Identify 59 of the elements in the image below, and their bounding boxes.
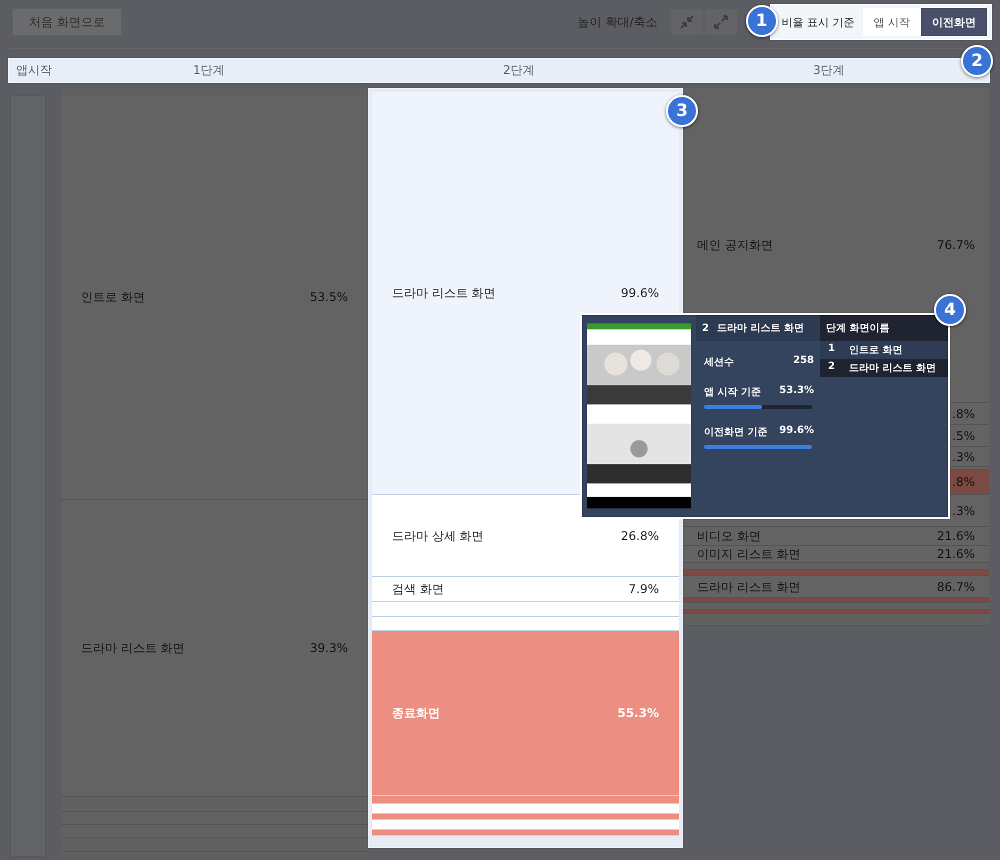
column-header: 1단계: [193, 62, 226, 79]
screen-ratio: 7.9%: [628, 582, 659, 596]
path-name: 인트로 화면: [848, 344, 902, 357]
column-header: 2단계: [503, 62, 536, 79]
shrink-button[interactable]: [670, 8, 704, 36]
screen-ratio: .3%: [952, 504, 975, 518]
step-cell[interactable]: [683, 598, 989, 603]
ratio-tab[interactable]: 이전화면: [921, 8, 987, 36]
screen-name: 종료화면: [392, 706, 440, 720]
screen-name: 비디오 화면: [697, 529, 761, 543]
metric-label: 앱 시작 기준: [704, 386, 761, 399]
screen-ratio: 76.7%: [936, 238, 975, 252]
expand-icon: [712, 14, 728, 30]
home-button[interactable]: 처음 화면으로: [12, 8, 122, 36]
screen-name: 드라마 리스트 화면: [81, 641, 185, 655]
step-cell[interactable]: [683, 570, 989, 576]
screen-ratio: 21.6%: [936, 547, 975, 561]
step-cell[interactable]: 종료화면 55.3%: [372, 631, 679, 796]
metric-value: 53.3%: [779, 385, 814, 398]
path-step: 1: [828, 343, 835, 357]
screen-ratio: 55.3%: [617, 706, 659, 720]
metric-value: 99.6%: [779, 425, 814, 438]
screen-name: 드라마 리스트 화면: [697, 580, 801, 594]
ratio-label: 비율 표시 기준: [782, 14, 854, 30]
screen-name: 인트로 화면: [81, 290, 145, 304]
screen-ratio: 99.6%: [620, 286, 659, 300]
path-name: 드라마 리스트 화면: [848, 362, 936, 375]
ratio-tab[interactable]: 앱 시작: [862, 8, 921, 36]
screen-ratio: .3%: [952, 450, 975, 464]
step-cell[interactable]: 이미지 리스트 화면 21.6%: [683, 546, 989, 563]
screen-ratio: 53.5%: [310, 290, 348, 304]
metric-label: 이전화면 기준: [704, 426, 768, 439]
step-cell[interactable]: 드라마 상세 화면 26.8%: [372, 495, 679, 577]
sessions-label: 세션수: [704, 356, 734, 369]
screen-name: 드라마 상세 화면: [392, 528, 484, 542]
step-marker: 2: [961, 45, 993, 77]
screen-ratio: .8%: [952, 406, 975, 420]
step-cell[interactable]: 검색 화면 7.9%: [372, 577, 679, 602]
step-number: 2: [702, 322, 709, 334]
screen-name: 검색 화면: [392, 582, 444, 596]
screen-ratio: 86.7%: [936, 580, 975, 594]
tooltip-title: 드라마 리스트 화면: [716, 322, 804, 335]
screen-ratio: .5%: [952, 428, 975, 442]
screen-ratio: 21.6%: [936, 529, 975, 543]
path-header: 단계 화면이름: [820, 315, 948, 341]
column-header: 3단계: [813, 62, 845, 79]
screen-ratio: 39.3%: [310, 641, 348, 655]
screen-ratio: 26.8%: [620, 528, 659, 542]
screen-name: 이미지 리스트 화면: [697, 547, 801, 561]
path-step: 2: [828, 361, 835, 375]
screen-ratio: .8%: [952, 475, 975, 489]
sessions-count: 258: [793, 355, 814, 368]
screen-name: 메인 공지화면: [697, 238, 773, 252]
step-marker: 1: [746, 5, 778, 37]
column-header: 앱시작: [15, 62, 53, 79]
shrink-icon: [678, 14, 694, 30]
expand-button[interactable]: [704, 8, 738, 36]
zoom-label: 높이 확대/축소: [578, 14, 658, 30]
screen-name: 드라마 리스트 화면: [392, 286, 496, 300]
